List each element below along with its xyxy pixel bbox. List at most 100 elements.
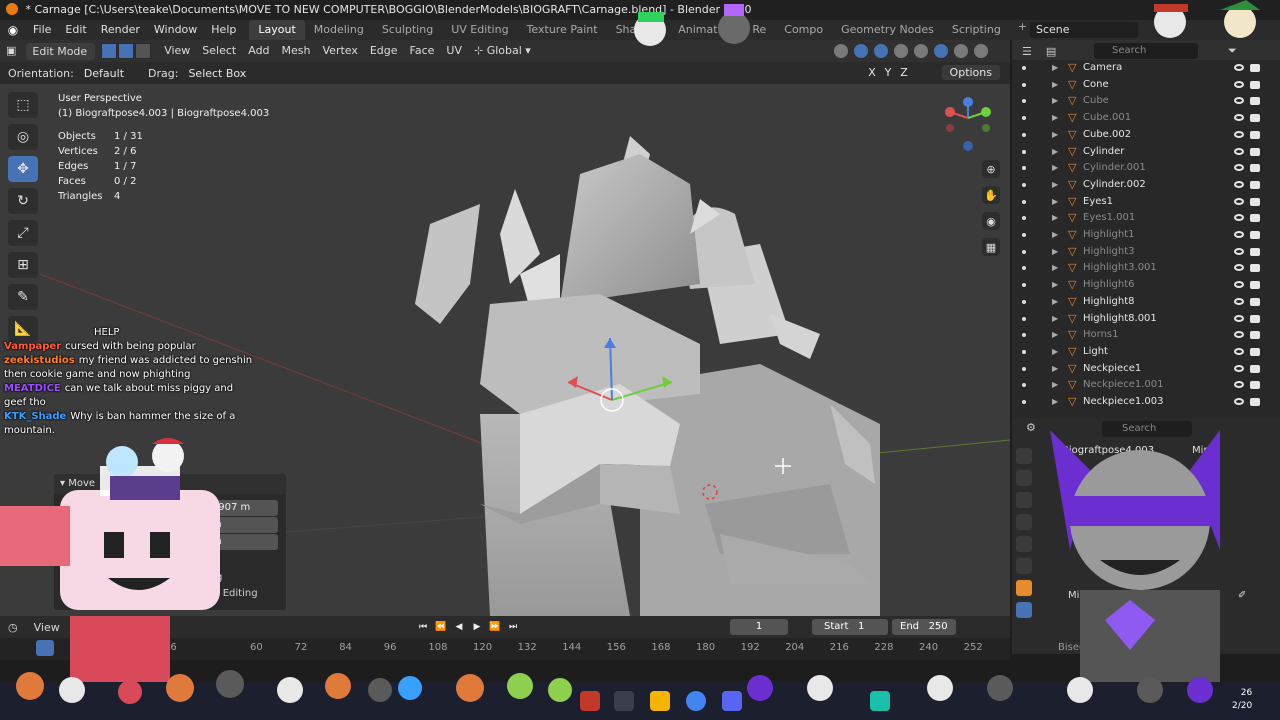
- outliner-item-name[interactable]: Horns1: [1083, 327, 1118, 344]
- expand-arrow-icon[interactable]: ▶: [1052, 144, 1058, 161]
- options-dropdown[interactable]: Options: [941, 65, 1000, 80]
- eye-icon[interactable]: [1234, 314, 1244, 322]
- eye-icon[interactable]: [1234, 281, 1244, 289]
- blender-menu-icon[interactable]: ◉: [0, 23, 26, 37]
- tab-modeling[interactable]: Modeling: [305, 20, 373, 40]
- outliner-dot-icon[interactable]: [1022, 266, 1026, 271]
- outliner-dot-icon[interactable]: [1022, 166, 1026, 171]
- zoom-icon[interactable]: ⊕: [982, 160, 1000, 178]
- expand-arrow-icon[interactable]: ▶: [1052, 227, 1058, 244]
- edge-select-icon[interactable]: [118, 43, 135, 59]
- outliner-item[interactable]: ▶ ▽ Neckpiece1.001: [1012, 377, 1280, 394]
- transform-orientation-dropdown[interactable]: ⊹ Global ▾: [468, 40, 537, 62]
- menu-render[interactable]: Render: [94, 20, 147, 40]
- expand-arrow-icon[interactable]: ▶: [1052, 344, 1058, 361]
- eye-icon[interactable]: [1234, 64, 1244, 71]
- outliner-item-name[interactable]: Highlight6: [1083, 277, 1135, 294]
- play-icon[interactable]: ▶: [470, 619, 484, 635]
- outliner-dot-icon[interactable]: [1022, 299, 1026, 304]
- outliner-editor-icon[interactable]: ☰: [1022, 45, 1032, 58]
- gizmo-toggle-icon[interactable]: [854, 44, 868, 58]
- tab-texture-paint[interactable]: Texture Paint: [518, 20, 607, 40]
- outliner-dot-icon[interactable]: [1022, 66, 1026, 70]
- render-camera-icon[interactable]: [1250, 264, 1260, 273]
- vertex-select-icon[interactable]: [101, 43, 118, 59]
- outliner-item[interactable]: ▶ ▽ Highlight6: [1012, 277, 1280, 294]
- menu-edge[interactable]: Edge: [364, 40, 404, 62]
- tab-layout[interactable]: Layout: [249, 20, 305, 40]
- overlay-toggle-icon[interactable]: [874, 44, 888, 58]
- render-camera-icon[interactable]: [1250, 80, 1260, 89]
- expand-arrow-icon[interactable]: ▶: [1052, 77, 1058, 94]
- xray-toggle-icon[interactable]: [894, 44, 908, 58]
- outliner-item[interactable]: ▶ ▽ Highlight1: [1012, 227, 1280, 244]
- outliner-item[interactable]: ▶ ▽ Eyes1.001: [1012, 210, 1280, 227]
- outliner-item[interactable]: ▶ ▽ Cube.002: [1012, 127, 1280, 144]
- menu-window[interactable]: Window: [147, 20, 204, 40]
- menu-view[interactable]: View: [158, 40, 196, 62]
- expand-arrow-icon[interactable]: ▶: [1052, 177, 1058, 194]
- wireframe-shading-icon[interactable]: [914, 44, 928, 58]
- outliner-item-name[interactable]: Highlight8: [1083, 294, 1135, 311]
- filter-icon[interactable]: ⏷: [1228, 44, 1237, 58]
- eye-icon[interactable]: [1234, 347, 1244, 355]
- render-camera-icon[interactable]: [1250, 247, 1260, 256]
- outliner-item[interactable]: ▶ ▽ Cone: [1012, 77, 1280, 94]
- tab-compositing[interactable]: Compo: [775, 20, 832, 40]
- render-camera-icon[interactable]: [1250, 297, 1260, 306]
- select-tool-icon[interactable]: ⬚: [8, 92, 38, 118]
- tab-geometry-nodes[interactable]: Geometry Nodes: [832, 20, 943, 40]
- end-frame-field[interactable]: End 250: [892, 619, 956, 635]
- menu-edit[interactable]: Edit: [58, 20, 93, 40]
- eye-icon[interactable]: [1234, 264, 1244, 272]
- cursor-tool-icon[interactable]: ◎: [8, 124, 38, 150]
- render-camera-icon[interactable]: [1250, 130, 1260, 139]
- outliner-dot-icon[interactable]: [1022, 116, 1026, 121]
- mirror-y-toggle[interactable]: Y: [882, 66, 894, 79]
- expand-arrow-icon[interactable]: ▶: [1052, 327, 1058, 344]
- navigation-gizmo[interactable]: [940, 94, 996, 156]
- annotate-tool-icon[interactable]: ✎: [8, 284, 38, 310]
- outliner-item[interactable]: ▶ ▽ Camera: [1012, 60, 1280, 77]
- menu-face[interactable]: Face: [404, 40, 441, 62]
- eye-icon[interactable]: [1234, 80, 1244, 88]
- outliner-dot-icon[interactable]: [1022, 233, 1026, 237]
- render-camera-icon[interactable]: [1250, 147, 1260, 156]
- outliner-item[interactable]: ▶ ▽ Highlight3.001: [1012, 260, 1280, 277]
- jump-end-icon[interactable]: ⏭: [506, 619, 520, 635]
- expand-arrow-icon[interactable]: ▶: [1052, 127, 1058, 144]
- eye-icon[interactable]: [1234, 297, 1244, 305]
- orientation-dropdown[interactable]: Default: [80, 67, 140, 80]
- jump-start-icon[interactable]: ⏮: [416, 619, 430, 635]
- menu-uv[interactable]: UV: [440, 40, 468, 62]
- menu-mesh[interactable]: Mesh: [276, 40, 317, 62]
- outliner-item[interactable]: ▶ ▽ Cube: [1012, 93, 1280, 110]
- material-shading-icon[interactable]: [954, 44, 968, 58]
- eye-icon[interactable]: [1234, 247, 1244, 255]
- render-camera-icon[interactable]: [1250, 197, 1260, 206]
- render-camera-icon[interactable]: [1250, 347, 1260, 356]
- outliner-item[interactable]: ▶ ▽ Cube.001: [1012, 110, 1280, 127]
- expand-arrow-icon[interactable]: ▶: [1052, 210, 1058, 227]
- solid-shading-icon[interactable]: [934, 44, 948, 58]
- eye-icon[interactable]: [1234, 180, 1244, 188]
- render-camera-icon[interactable]: [1250, 214, 1260, 223]
- ortho-grid-icon[interactable]: ▦: [982, 238, 1000, 256]
- outliner-item[interactable]: ▶ ▽ Cylinder.002: [1012, 177, 1280, 194]
- outliner-dot-icon[interactable]: [1022, 316, 1026, 321]
- outliner-item-name[interactable]: Eyes1.001: [1083, 210, 1135, 227]
- menu-file[interactable]: File: [26, 20, 58, 40]
- eye-icon[interactable]: [1234, 147, 1244, 155]
- eye-icon[interactable]: [1234, 331, 1244, 339]
- render-camera-icon[interactable]: [1250, 97, 1260, 106]
- expand-arrow-icon[interactable]: ▶: [1052, 394, 1058, 411]
- outliner-item[interactable]: ▶ ▽ Neckpiece1: [1012, 361, 1280, 378]
- render-camera-icon[interactable]: [1250, 180, 1260, 189]
- expand-arrow-icon[interactable]: ▶: [1052, 377, 1058, 394]
- outliner-item-name[interactable]: Cylinder.001: [1083, 160, 1146, 177]
- outliner-item[interactable]: ▶ ▽ Neckpiece1.003: [1012, 394, 1280, 411]
- menu-vertex[interactable]: Vertex: [317, 40, 364, 62]
- menu-help[interactable]: Help: [204, 20, 243, 40]
- prev-keyframe-icon[interactable]: ⏪: [434, 619, 448, 635]
- eye-icon[interactable]: [1234, 97, 1244, 105]
